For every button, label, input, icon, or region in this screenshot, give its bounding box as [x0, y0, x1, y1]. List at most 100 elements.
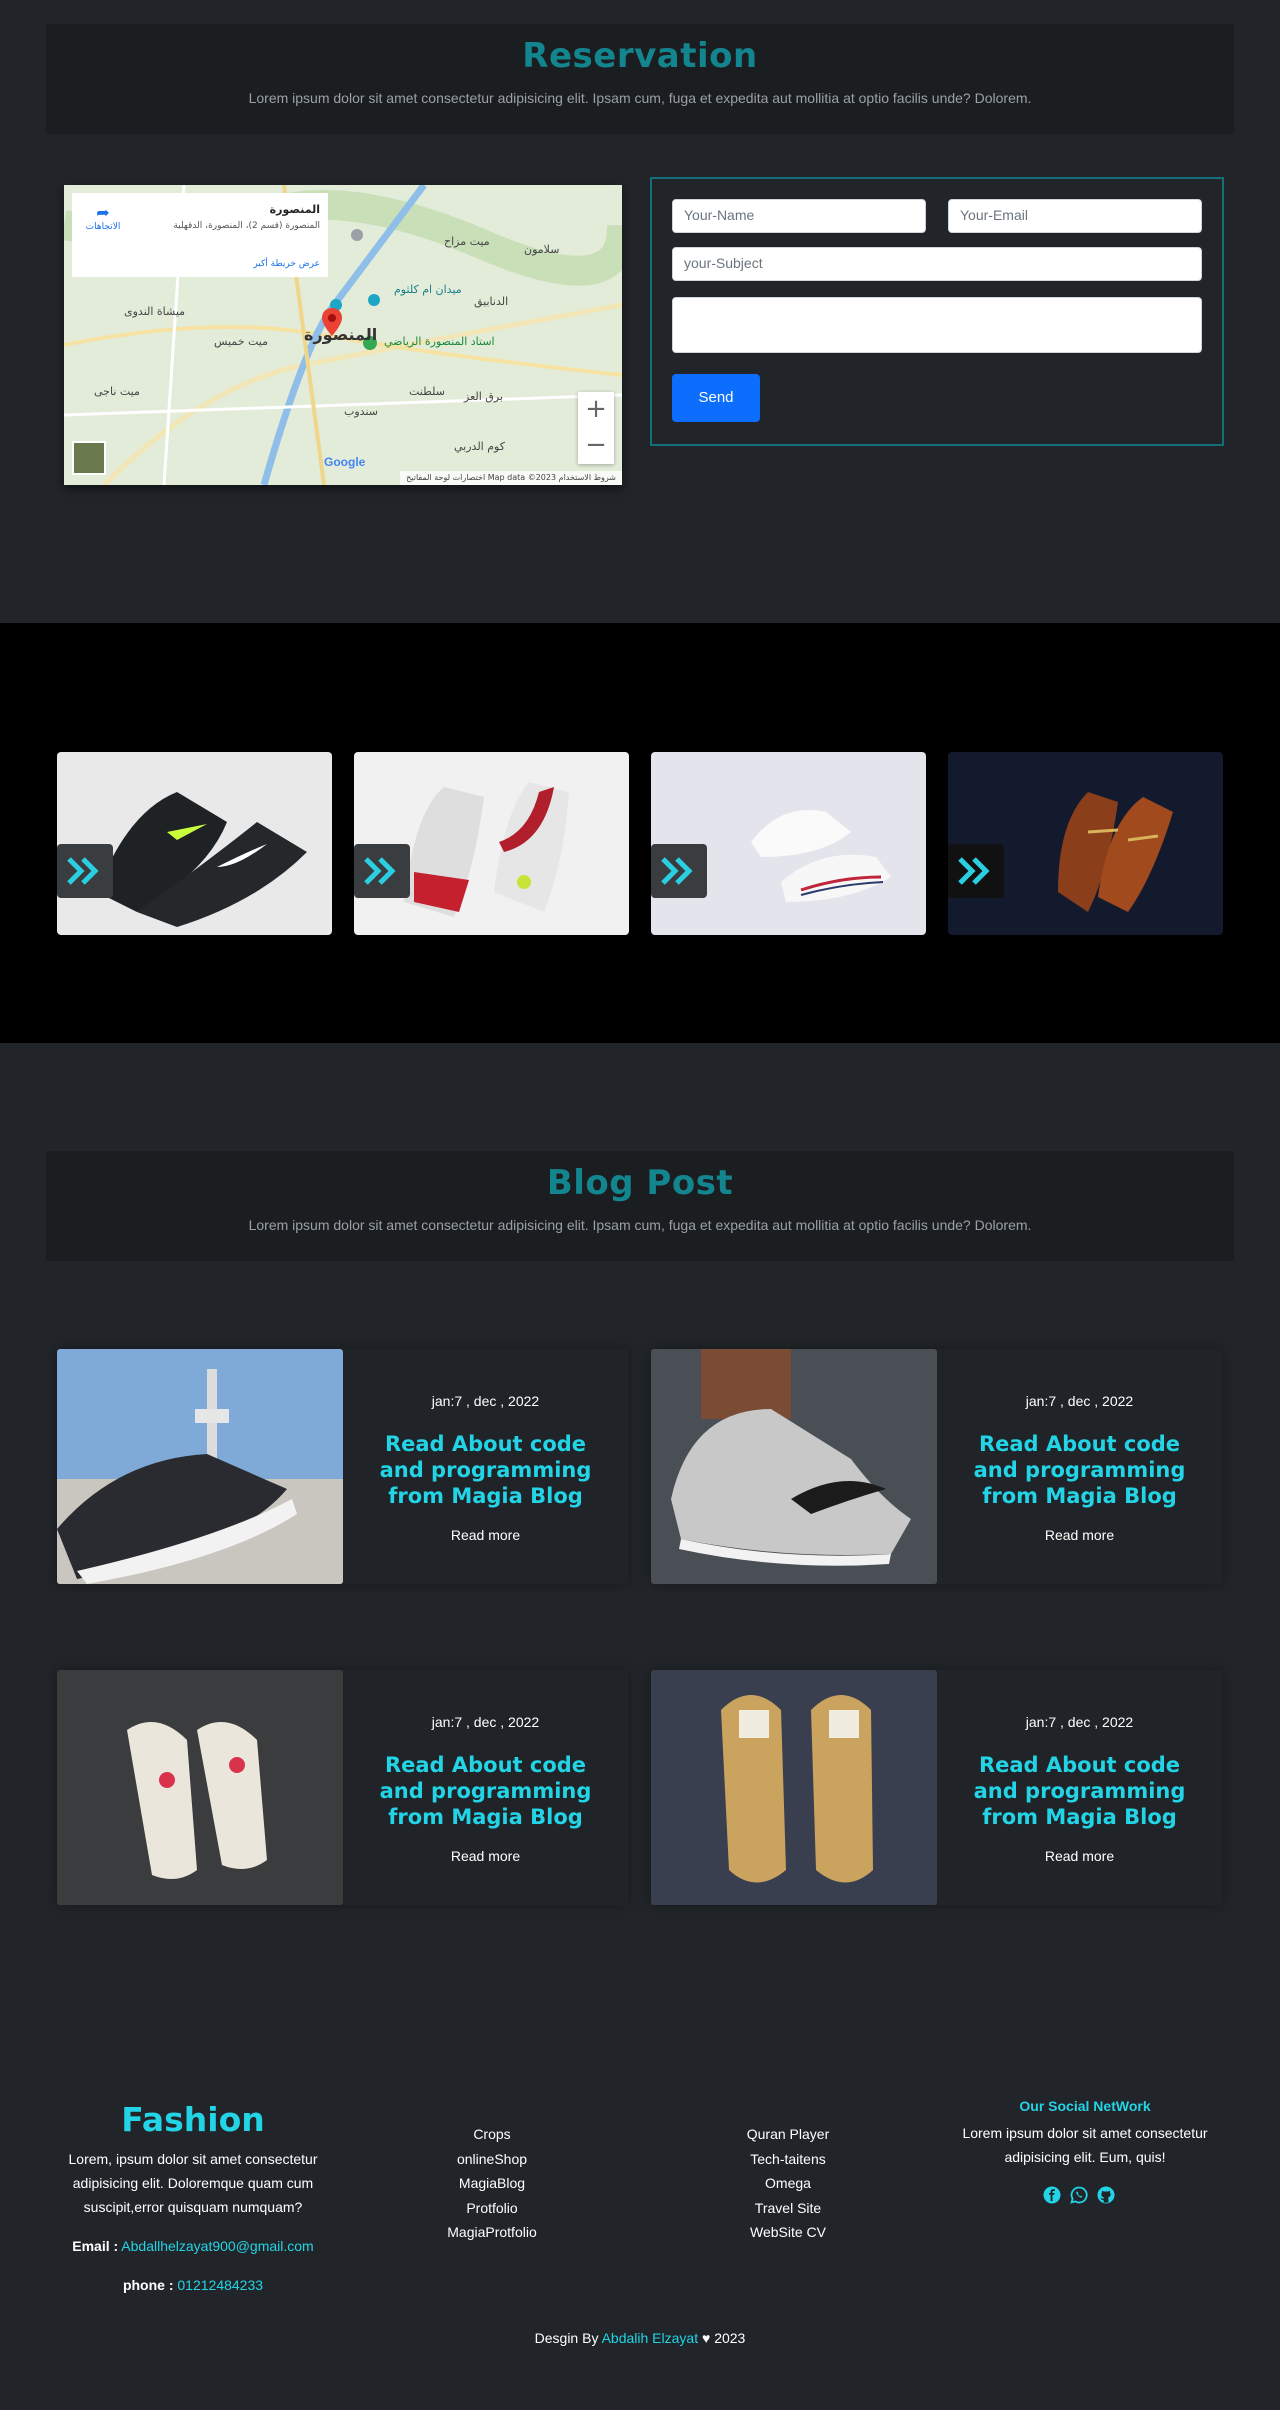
blog-title: Blog Post	[546, 1163, 734, 1203]
copyright-year: 2023	[714, 2330, 746, 2346]
svg-text:ميت خميس: ميت خميس	[214, 335, 268, 348]
svg-text:الدنابيق: الدنابيق	[474, 295, 508, 309]
footer-link[interactable]: Quran Player	[688, 2122, 888, 2147]
post-title[interactable]: Read About code and programming from Mag…	[957, 1752, 1202, 1830]
reservation-title: Reservation	[522, 36, 758, 76]
social-description: Lorem ipsum dolor sit amet consectetur a…	[962, 2125, 1208, 2165]
map-place-name: المنصورة	[269, 203, 320, 216]
read-more-link[interactable]: Read more	[343, 1527, 628, 1543]
post-title[interactable]: Read About code and programming from Mag…	[363, 1431, 608, 1509]
zoom-in-button[interactable]: +	[578, 392, 614, 428]
svg-text:سلطنت: سلطنت	[409, 385, 445, 398]
read-more-link[interactable]: Read more	[937, 1848, 1222, 1864]
email-input[interactable]: Your-Email	[948, 199, 1202, 233]
gallery-next-button[interactable]	[57, 844, 113, 898]
subject-input[interactable]: your-Subject	[672, 247, 1202, 281]
blog-subtitle: Lorem ipsum dolor sit amet consectetur a…	[248, 1217, 1032, 1233]
footer-link[interactable]: Tech-taitens	[688, 2147, 888, 2172]
post-title[interactable]: Read About code and programming from Mag…	[363, 1752, 608, 1830]
map-layer-toggle[interactable]	[72, 441, 106, 475]
footer-link[interactable]: Crops	[392, 2122, 592, 2147]
blog-image	[57, 1349, 343, 1584]
gallery-next-button[interactable]	[354, 844, 410, 898]
blog-image	[651, 1670, 937, 1905]
footer-link[interactable]: MagiaBlog	[392, 2171, 592, 2196]
reservation-subtitle: Lorem ipsum dolor sit amet consectetur a…	[248, 90, 1032, 106]
svg-text:برق العز: برق العز	[463, 390, 503, 403]
copyright: Desgin By Abdalih Elzayat ♥ 2023	[0, 2330, 1280, 2346]
social-icons	[1043, 2186, 1127, 2206]
map-info-card: ➦ الاتجاهات المنصورة المنصورة (قسم 2)، ا…	[72, 193, 328, 277]
gallery-card[interactable]	[948, 752, 1223, 935]
email-label: Email :	[72, 2238, 119, 2254]
footer-brand: Fashion	[121, 2100, 265, 2139]
blog-image	[57, 1670, 343, 1905]
chevron-double-right-icon	[661, 857, 693, 885]
name-input[interactable]: Your-Name	[672, 199, 926, 233]
blog-card: jan:7 , dec , 2022 Read About code and p…	[651, 1670, 1222, 1905]
blog-card: jan:7 , dec , 2022 Read About code and p…	[57, 1670, 628, 1905]
map-place-address: المنصورة (قسم 2)، المنصورة، الدقهلية	[173, 221, 320, 231]
svg-text:ميدان ام كلثوم: ميدان ام كلثوم	[394, 283, 462, 296]
footer-description: Lorem, ipsum dolor sit amet consectetur …	[68, 2151, 318, 2215]
directions-label: الاتجاهات	[85, 222, 121, 232]
svg-text:سلامون: سلامون	[524, 243, 559, 256]
message-textarea[interactable]	[672, 297, 1202, 353]
chevron-double-right-icon	[364, 857, 396, 885]
google-logo: Google	[324, 455, 366, 469]
phone-label: phone :	[122, 2277, 174, 2293]
gallery-card[interactable]	[354, 752, 629, 935]
gallery-next-button[interactable]	[651, 844, 707, 898]
svg-text:سندوب: سندوب	[344, 405, 378, 418]
reservation-header: Reservation Lorem ipsum dolor sit amet c…	[46, 24, 1234, 134]
footer-link[interactable]: Travel Site	[688, 2196, 888, 2221]
author-link[interactable]: Abdalih Elzayat	[602, 2330, 699, 2346]
map-zoom-controls: + −	[578, 392, 614, 464]
post-title[interactable]: Read About code and programming from Mag…	[957, 1431, 1202, 1509]
footer-links-sites: Quran Player Tech-taitens Omega Travel S…	[688, 2122, 888, 2245]
footer-link[interactable]: Protfolio	[392, 2196, 592, 2221]
send-button[interactable]: Send	[672, 374, 760, 422]
post-date: jan:7 , dec , 2022	[431, 1393, 540, 1409]
facebook-icon[interactable]	[1043, 2186, 1061, 2204]
read-more-link[interactable]: Read more	[937, 1527, 1222, 1543]
phone-link[interactable]: 01212484233	[177, 2277, 263, 2293]
copyright-prefix: Desgin By	[534, 2330, 599, 2346]
post-date: jan:7 , dec , 2022	[1025, 1393, 1134, 1409]
svg-text:ميت ناجى: ميت ناجى	[94, 385, 140, 398]
chevron-double-right-icon	[958, 857, 990, 885]
gallery-next-button[interactable]	[948, 844, 1004, 898]
blog-header: Blog Post Lorem ipsum dolor sit amet con…	[46, 1151, 1234, 1261]
footer-link[interactable]: MagiaProtfolio	[392, 2220, 592, 2245]
heart-icon: ♥	[701, 2330, 711, 2346]
email-link[interactable]: Abdallhelzayat900@gmail.com	[121, 2238, 313, 2254]
zoom-out-button[interactable]: −	[578, 428, 614, 464]
whatsapp-icon[interactable]	[1070, 2186, 1088, 2204]
directions-button[interactable]: ➦ الاتجاهات	[80, 203, 126, 232]
product-gallery	[0, 623, 1280, 1043]
chevron-double-right-icon	[67, 857, 99, 885]
footer-link[interactable]: Omega	[688, 2171, 888, 2196]
footer-link[interactable]: onlineShop	[392, 2147, 592, 2172]
view-larger-map-link[interactable]: عرض خريطة أكبر	[253, 259, 320, 269]
footer-phone: phone : 01212484233	[46, 2277, 340, 2293]
social-title: Our Social NetWork	[1019, 2098, 1151, 2114]
reservation-form: Your-Name Your-Email your-Subject Send	[650, 177, 1224, 446]
directions-icon: ➦	[96, 203, 110, 222]
read-more-link[interactable]: Read more	[343, 1848, 628, 1864]
gallery-card[interactable]	[651, 752, 926, 935]
svg-text:ميشاة الندوى: ميشاة الندوى	[124, 305, 185, 318]
github-icon[interactable]	[1097, 2186, 1115, 2204]
svg-text:ميت مزاح: ميت مزاح	[444, 235, 490, 248]
blog-image	[651, 1349, 937, 1584]
footer-link[interactable]: WebSite CV	[688, 2220, 888, 2245]
footer-links-projects: Crops onlineShop MagiaBlog Protfolio Mag…	[392, 2122, 592, 2245]
gallery-card[interactable]	[57, 752, 332, 935]
svg-text:كوم الدربي: كوم الدربي	[454, 440, 506, 453]
map-attribution: اختصارات لوحة المفاتيح Map data ©2023 شر…	[400, 471, 622, 485]
post-date: jan:7 , dec , 2022	[1025, 1714, 1134, 1730]
blog-card: jan:7 , dec , 2022 Read About code and p…	[651, 1349, 1222, 1584]
google-map[interactable]: ميدان ام كلثوم استاد المنصورة الرياضي ال…	[64, 185, 622, 485]
map-marker-icon[interactable]	[322, 308, 342, 336]
svg-text:استاد المنصورة الرياضي: استاد المنصورة الرياضي	[384, 335, 495, 348]
